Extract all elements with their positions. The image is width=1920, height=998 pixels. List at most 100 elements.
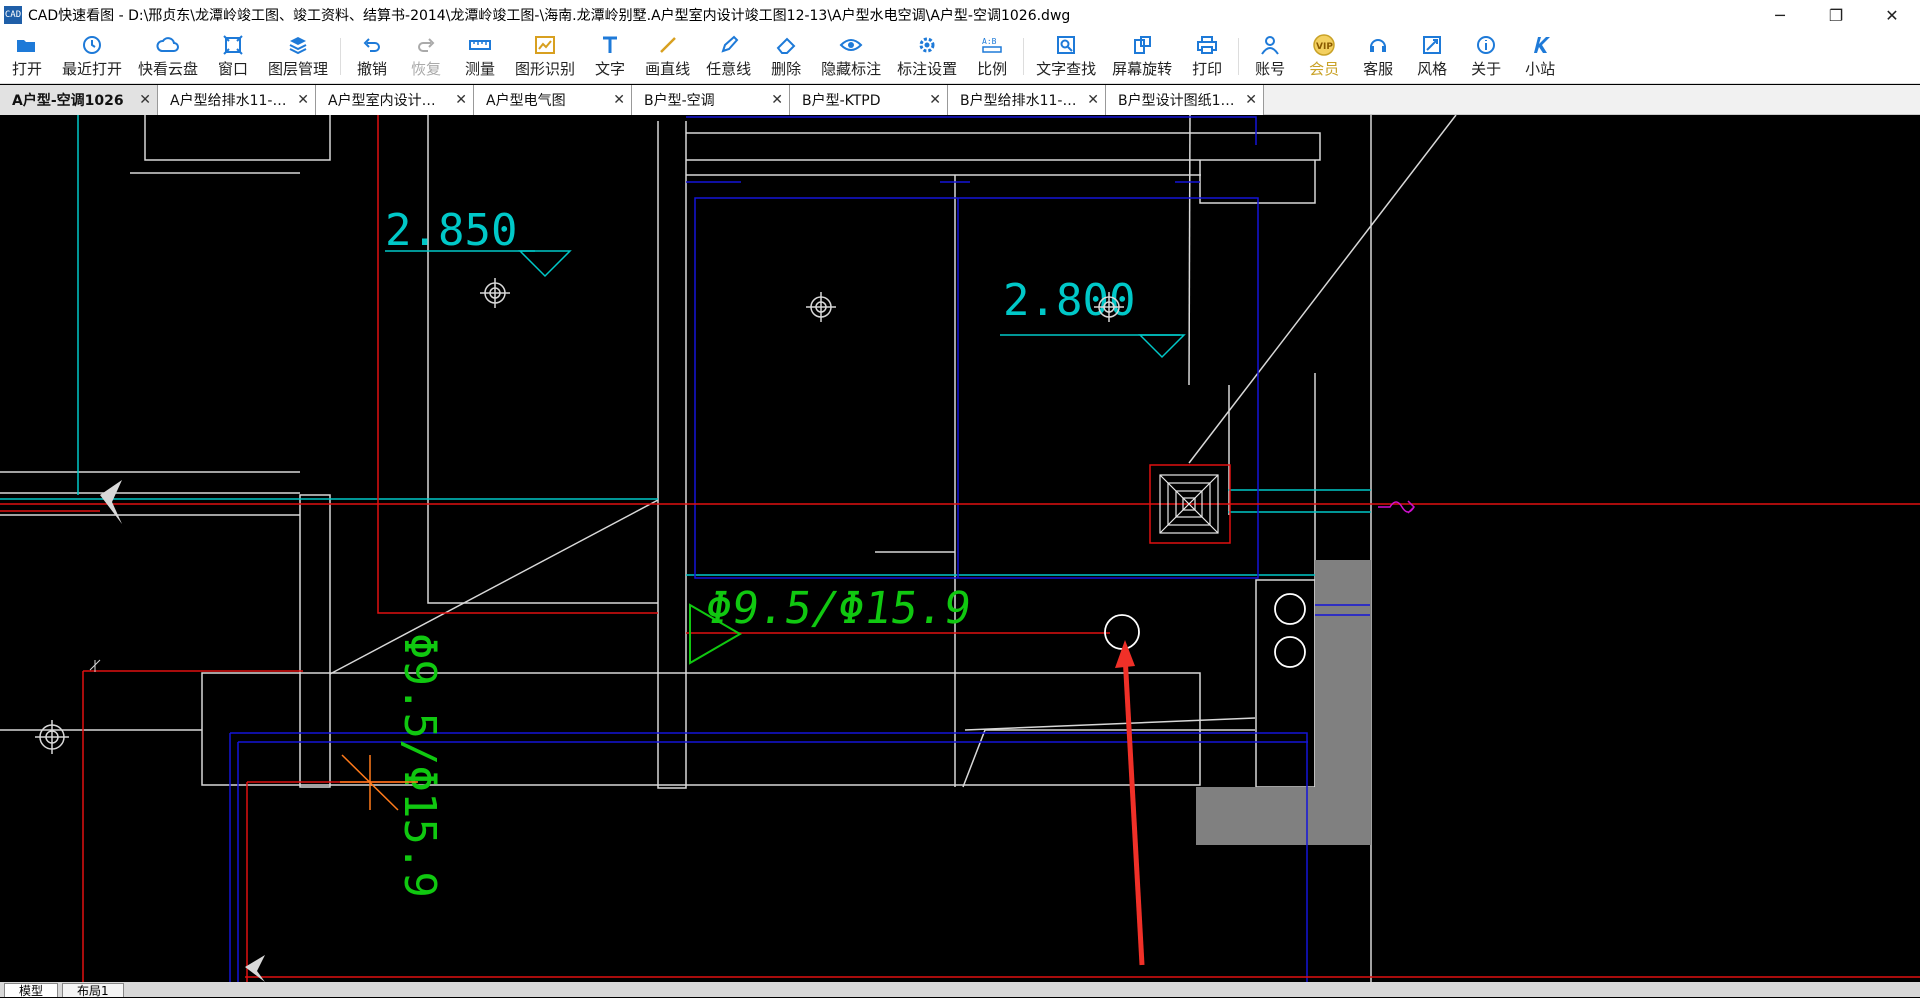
layer-manager-label: 图层管理 xyxy=(268,60,329,78)
info-icon xyxy=(1474,34,1498,56)
restore-button[interactable]: ❐ xyxy=(1808,0,1864,30)
style-icon xyxy=(1420,34,1444,56)
hide-annotation-button[interactable]: 隐藏标注 xyxy=(813,30,889,83)
svg-text:A:B: A:B xyxy=(982,37,997,46)
tab-label: A户型电气图 xyxy=(486,93,566,109)
text-search-button[interactable]: 文字查找 xyxy=(1028,30,1104,83)
close-icon[interactable]: ✕ xyxy=(767,92,783,108)
cad-drawing[interactable]: Φ9.5/Φ15.9 Φ9.5/Φ15.9 2.850 2.800 xyxy=(0,115,1920,982)
pipe-spec-vertical: Φ9.5/Φ15.9 xyxy=(394,633,445,898)
window-title: CAD快速看图 - D:\邢贞东\龙潭岭竣工图、竣工资料、结算书-2014\龙潭… xyxy=(28,8,1071,24)
rotate-icon xyxy=(1130,34,1154,56)
draw-line-label: 画直线 xyxy=(645,60,691,78)
layer-manager-button[interactable]: 图层管理 xyxy=(260,30,336,83)
drawing-canvas[interactable]: Φ9.5/Φ15.9 Φ9.5/Φ15.9 2.850 2.800 xyxy=(0,115,1920,982)
level-triangle xyxy=(1138,334,1186,359)
document-tab[interactable]: B户型-KTPD ✕ xyxy=(790,85,948,115)
close-icon[interactable]: ✕ xyxy=(451,92,467,108)
measure-label: 测量 xyxy=(465,60,496,78)
screen-rotate-label: 屏幕旋转 xyxy=(1112,60,1173,78)
document-tab[interactable]: B户型给排水11-… ✕ xyxy=(948,85,1106,115)
print-button[interactable]: 打印 xyxy=(1180,30,1234,83)
toolbar-divider xyxy=(1023,38,1025,75)
account-label: 账号 xyxy=(1255,60,1286,78)
document-tab[interactable]: A户型室内设计… ✕ xyxy=(316,85,474,115)
customer-service-label: 客服 xyxy=(1363,60,1394,78)
shape-recognize-label: 图形识别 xyxy=(515,60,576,78)
light-icon xyxy=(35,720,69,754)
mini-site-label: 小站 xyxy=(1525,60,1556,78)
tab-label: B户型-空调 xyxy=(644,93,715,109)
customer-service-button[interactable]: 客服 xyxy=(1351,30,1405,83)
document-tab[interactable]: A户型电气图 ✕ xyxy=(474,85,632,115)
document-tab[interactable]: B户型设计图纸1… ✕ xyxy=(1106,85,1264,115)
scale-button[interactable]: A:B 比例 xyxy=(965,30,1019,83)
undo-icon xyxy=(360,34,384,56)
line-icon xyxy=(656,34,680,56)
layout-tabs-bar: 模型 布局1 xyxy=(0,982,1920,998)
headset-icon xyxy=(1366,34,1390,56)
text-icon xyxy=(598,34,622,56)
eraser-icon xyxy=(774,34,798,56)
redo-button[interactable]: 恢复 xyxy=(399,30,453,83)
annotation-settings-label: 标注设置 xyxy=(897,60,958,78)
close-icon[interactable]: ✕ xyxy=(609,92,625,108)
red-arrow-head xyxy=(1115,640,1135,668)
freehand-button[interactable]: 任意线 xyxy=(698,30,759,83)
print-label: 打印 xyxy=(1192,60,1223,78)
pipe-spec-horizontal: Φ9.5/Φ15.9 xyxy=(702,583,974,634)
tab-layout1[interactable]: 布局1 xyxy=(62,983,124,998)
pipe-circle xyxy=(1104,614,1140,650)
undo-button[interactable]: 撤销 xyxy=(345,30,399,83)
minimize-button[interactable]: ─ xyxy=(1752,0,1808,30)
toolbar: 打开 最近打开 快看云盘 窗口 图层管理 撤销 恢复 测量 图形识别 文字 画直… xyxy=(0,30,1920,84)
measure-button[interactable]: 测量 xyxy=(453,30,507,83)
close-icon[interactable]: ✕ xyxy=(1083,92,1099,108)
annotation-settings-button[interactable]: 标注设置 xyxy=(889,30,965,83)
pipe-circle xyxy=(1274,636,1306,668)
tick-mark xyxy=(89,659,101,672)
section-arrow-icon xyxy=(100,480,122,524)
close-icon[interactable]: ✕ xyxy=(135,92,151,108)
about-label: 关于 xyxy=(1471,60,1502,78)
user-icon xyxy=(1258,34,1282,56)
text-search-icon xyxy=(1054,34,1078,56)
vip-button[interactable]: VIP 会员 xyxy=(1297,30,1351,83)
close-icon[interactable]: ✕ xyxy=(293,92,309,108)
close-button[interactable]: ✕ xyxy=(1864,0,1920,30)
document-tab[interactable]: B户型-空调 ✕ xyxy=(632,85,790,115)
mini-site-button[interactable]: 小站 xyxy=(1513,30,1567,83)
draw-line-button[interactable]: 画直线 xyxy=(637,30,698,83)
screen-rotate-button[interactable]: 屏幕旋转 xyxy=(1104,30,1180,83)
window-button[interactable]: 窗口 xyxy=(206,30,260,83)
folder-open-icon xyxy=(15,34,39,56)
about-button[interactable]: 关于 xyxy=(1459,30,1513,83)
delete-button[interactable]: 删除 xyxy=(759,30,813,83)
hide-annotation-label: 隐藏标注 xyxy=(821,60,882,78)
account-button[interactable]: 账号 xyxy=(1243,30,1297,83)
tab-model[interactable]: 模型 xyxy=(4,983,59,998)
style-button[interactable]: 风格 xyxy=(1405,30,1459,83)
light-icon xyxy=(480,278,510,308)
recent-label: 最近打开 xyxy=(62,60,123,78)
section-arrow-icon xyxy=(245,955,265,982)
tab-label: B户型给排水11-… xyxy=(960,93,1077,109)
eye-icon xyxy=(839,34,863,56)
cloud-drive-button[interactable]: 快看云盘 xyxy=(130,30,206,83)
gear-icon xyxy=(915,34,939,56)
close-icon[interactable]: ✕ xyxy=(1241,92,1257,108)
pipe-circle xyxy=(1274,593,1306,625)
close-icon[interactable]: ✕ xyxy=(925,92,941,108)
document-tab[interactable]: A户型给排水11-… ✕ xyxy=(158,85,316,115)
scale-label: 比例 xyxy=(977,60,1008,78)
shape-recognize-button[interactable]: 图形识别 xyxy=(507,30,583,83)
printer-icon xyxy=(1195,34,1219,56)
document-tab[interactable]: A户型-空调1026 ✕ xyxy=(0,85,158,115)
open-button[interactable]: 打开 xyxy=(0,30,54,83)
vip-label: 会员 xyxy=(1309,60,1340,78)
recent-button[interactable]: 最近打开 xyxy=(54,30,130,83)
text-button[interactable]: 文字 xyxy=(583,30,637,83)
window-controls: ─ ❐ ✕ xyxy=(1752,0,1920,30)
undo-label: 撤销 xyxy=(357,60,388,78)
tab-label: A户型室内设计… xyxy=(328,93,436,109)
